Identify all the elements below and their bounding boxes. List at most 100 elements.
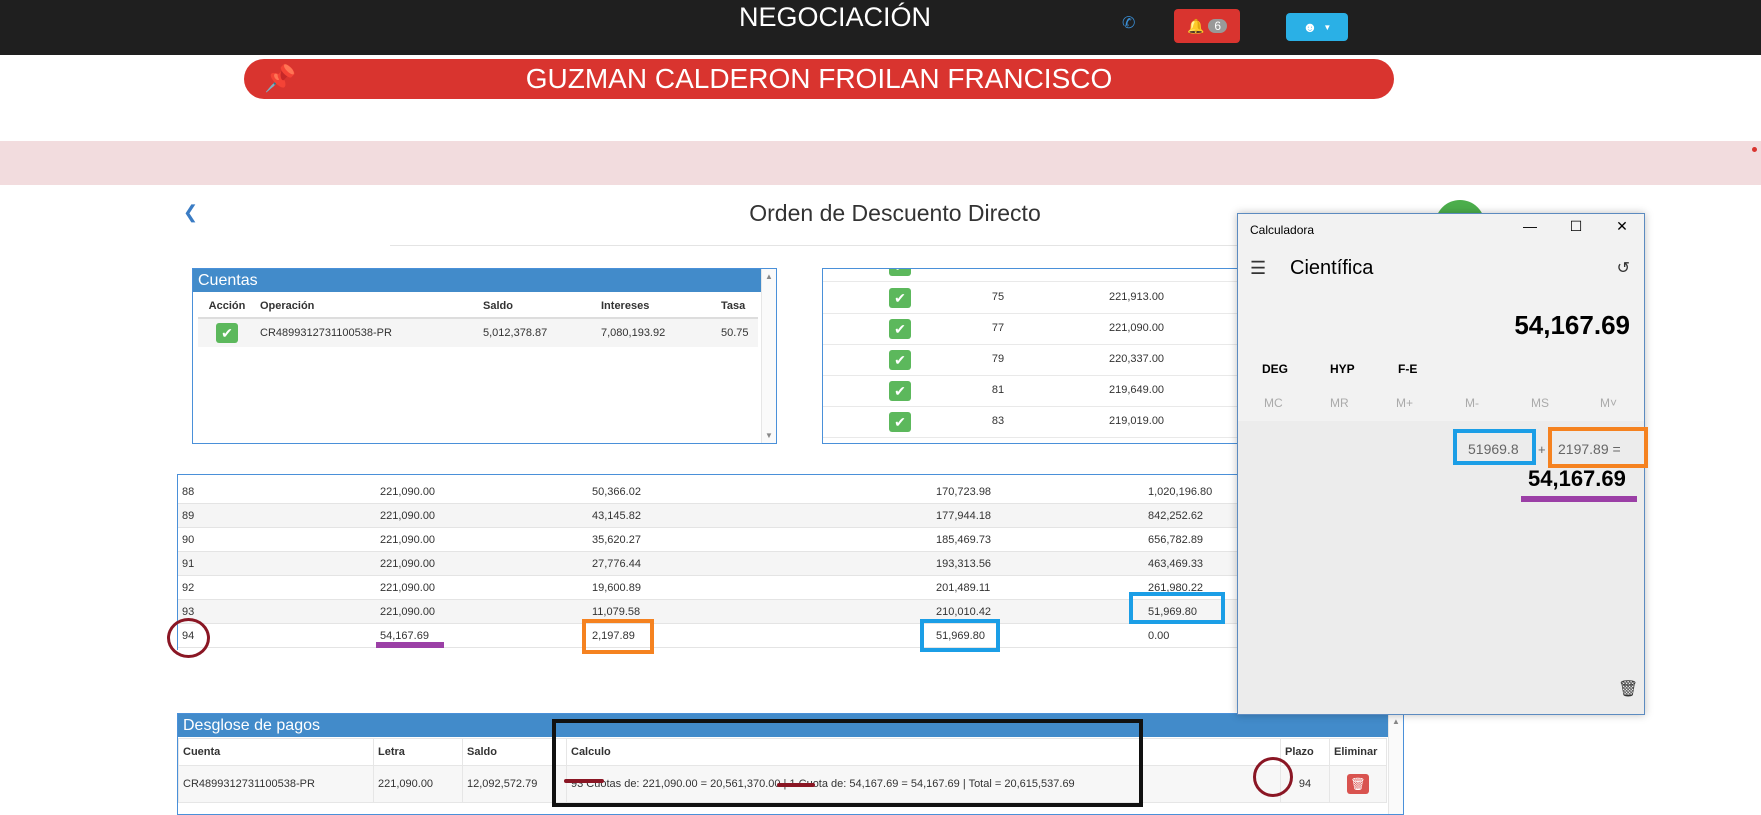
notifications-badge: 6 — [1208, 19, 1228, 33]
row-number: 93 — [182, 606, 195, 618]
check-icon[interactable]: ✔ — [889, 381, 911, 401]
cuota-cell: 221,090.00 — [380, 558, 436, 570]
back-arrow-icon[interactable]: ❮ — [183, 202, 198, 223]
maximize-icon[interactable]: ☐ — [1566, 218, 1586, 235]
annotation-box — [1129, 592, 1225, 624]
memory-list-button[interactable]: M˅ — [1600, 396, 1617, 410]
list-item[interactable]: ✔ 79 220,337.00 — [823, 345, 1243, 376]
scroll-up-icon[interactable]: ▲ — [765, 272, 773, 281]
m-minus-button[interactable]: M- — [1465, 396, 1479, 410]
table-row: 91 221,090.00 27,776.44 193,313.56 463,4… — [178, 552, 1243, 576]
col-plazo: Plazo — [1280, 738, 1330, 766]
scroll-up-icon[interactable]: ▲ — [1392, 717, 1400, 726]
table-row: 88 221,090.00 50,366.02 170,723.98 1,020… — [178, 480, 1243, 504]
user-menu-button[interactable]: ☻ ▼ — [1286, 13, 1348, 41]
cuota-value: 220,337.00 — [1109, 353, 1165, 365]
intereses-cell: 7,080,193.92 — [597, 318, 717, 347]
row-number: 92 — [182, 582, 195, 594]
bell-icon: 🔔 — [1186, 17, 1205, 34]
operacion-cell: CR4899312731100538-PR — [256, 318, 479, 347]
interes-cell: 50,366.02 — [592, 486, 641, 498]
cuota-value: 221,913.00 — [1109, 291, 1165, 303]
mc-button[interactable]: MC — [1264, 396, 1283, 410]
annotation-underline — [376, 642, 444, 648]
ms-button[interactable]: MS — [1531, 396, 1549, 410]
check-icon[interactable]: ✔ — [889, 412, 911, 432]
annotation-box — [1453, 429, 1536, 465]
annotation-box — [1548, 427, 1648, 468]
pin-icon[interactable]: 📌 — [264, 63, 296, 94]
client-banner: GUZMAN CALDERON FROILAN FRANCISCO 📌 — [244, 59, 1394, 99]
scrollbar[interactable]: ▲ ▼ — [761, 269, 776, 443]
page-title: Orden de Descuento Directo — [749, 200, 1041, 226]
list-item[interactable]: ✔ 81 219,649.00 — [823, 376, 1243, 407]
alert-strip — [0, 141, 1761, 185]
cuota-value: 219,019.00 — [1109, 415, 1165, 427]
close-icon[interactable]: ✕ — [1612, 218, 1632, 235]
table-row: 90 221,090.00 35,620.27 185,469.73 656,7… — [178, 528, 1243, 552]
annotation-circle — [1253, 757, 1293, 797]
table-row: 89 221,090.00 43,145.82 177,944.18 842,2… — [178, 504, 1243, 528]
scrollbar[interactable]: ▲ — [1388, 714, 1403, 814]
annotation-underline — [564, 779, 604, 783]
cuota-value: 221,090.00 — [1109, 322, 1165, 334]
cuota-cell: 221,090.00 — [380, 534, 436, 546]
col-accion: Acción — [198, 295, 256, 319]
calculator-title: Calculadora — [1250, 223, 1315, 237]
hyp-button[interactable]: HYP — [1330, 362, 1355, 376]
m-plus-button[interactable]: M+ — [1396, 396, 1413, 410]
fe-button[interactable]: F-E — [1398, 362, 1417, 376]
scroll-down-icon[interactable]: ▼ — [765, 431, 773, 440]
divider — [390, 245, 1290, 246]
list-item[interactable]: ✔ 83 219,019.00 — [823, 407, 1243, 438]
letra-cell: 221,090.00 — [373, 765, 463, 803]
col-operacion: Operación — [256, 295, 479, 319]
col-letra: Letra — [373, 738, 463, 766]
list-item[interactable]: ✔ 77 221,090.00 — [823, 314, 1243, 345]
notifications-button[interactable]: 🔔 6 — [1174, 9, 1240, 43]
hamburger-menu-icon[interactable]: ☰ — [1250, 258, 1266, 279]
saldo-cell: 1,020,196.80 — [1148, 486, 1213, 498]
history-result[interactable]: 54,167.69 — [1528, 466, 1626, 492]
table-row[interactable]: ✔ CR4899312731100538-PR 5,012,378.87 7,0… — [198, 318, 758, 347]
history-icon[interactable]: ↺ — [1617, 258, 1630, 278]
table-row: 93 221,090.00 11,079.58 210,010.42 51,96… — [178, 600, 1243, 624]
saldo-cell: 0.00 — [1148, 630, 1170, 642]
table-row: 94 54,167.69 2,197.89 51,969.80 0.00 — [178, 624, 1243, 648]
delete-button[interactable]: 🗑 — [1347, 774, 1369, 794]
tasa-cell: 50.75 — [717, 318, 758, 347]
deg-button[interactable]: DEG — [1262, 362, 1288, 376]
capital-cell: 185,469.73 — [936, 534, 992, 546]
check-icon[interactable]: ✔ — [889, 269, 911, 276]
annotation-box — [552, 719, 1143, 807]
minimize-icon[interactable]: — — [1520, 218, 1540, 234]
col-tasa: Tasa — [717, 295, 758, 319]
saldo-cell: 463,469.33 — [1148, 558, 1204, 570]
amortization-table: 88 221,090.00 50,366.02 170,723.98 1,020… — [177, 474, 1244, 650]
saldo-cell: 842,252.62 — [1148, 510, 1204, 522]
phone-icon[interactable]: ✆ — [1122, 13, 1135, 33]
calculator-mode: Científica — [1290, 257, 1374, 279]
mr-button[interactable]: MR — [1330, 396, 1349, 410]
capital-cell: 193,313.56 — [936, 558, 992, 570]
check-icon[interactable]: ✔ — [889, 319, 911, 339]
list-item[interactable]: ✔ — [823, 269, 1243, 282]
cuota-number: 75 — [991, 291, 1005, 303]
col-cuenta: Cuenta — [178, 738, 374, 766]
cuentas-table: Acción Operación Saldo Intereses Tasa ✔ … — [198, 295, 758, 347]
row-number: 91 — [182, 558, 195, 570]
cuota-cell: 221,090.00 — [380, 606, 436, 618]
check-icon[interactable]: ✔ — [216, 323, 238, 343]
cuota-cell: 54,167.69 — [380, 630, 429, 642]
list-item[interactable]: ✔ 75 221,913.00 — [823, 283, 1243, 314]
cuota-cell: 221,090.00 — [380, 510, 436, 522]
check-icon[interactable]: ✔ — [889, 288, 911, 308]
calculator-titlebar[interactable]: Calculadora — ☐ ✕ — [1238, 214, 1644, 244]
interes-cell: 35,620.27 — [592, 534, 641, 546]
client-name: GUZMAN CALDERON FROILAN FRANCISCO — [525, 63, 1113, 94]
check-icon[interactable]: ✔ — [889, 350, 911, 370]
interes-cell: 11,079.58 — [592, 606, 641, 618]
annotation-underline — [1521, 496, 1637, 502]
col-saldo: Saldo — [479, 295, 597, 319]
trash-icon[interactable]: 🗑 — [1618, 679, 1638, 699]
